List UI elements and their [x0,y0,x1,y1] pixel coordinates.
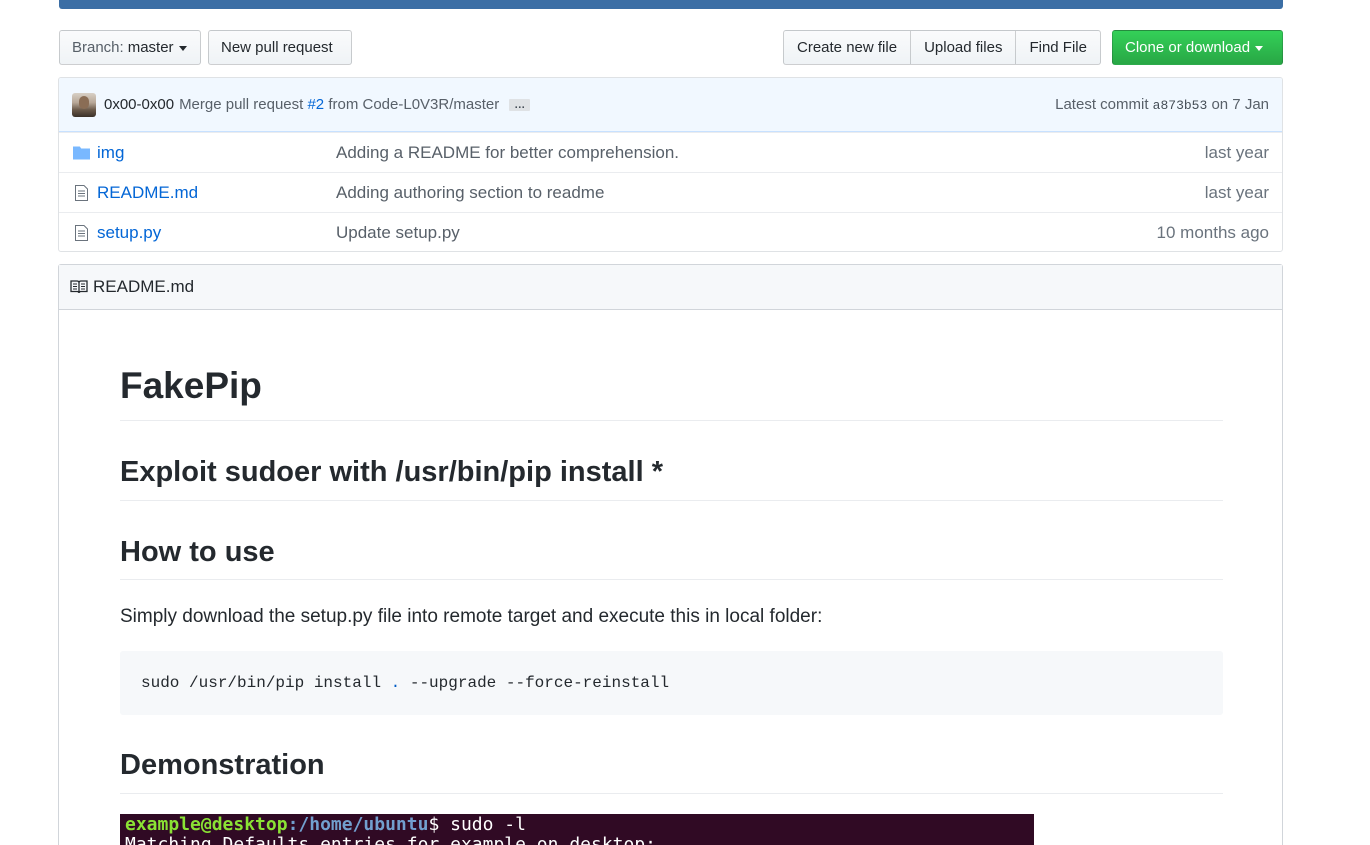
file-name-link[interactable]: setup.py [97,223,336,243]
file-icon [72,224,90,241]
terminal-line: example@desktop:/home/ubuntu$ sudo -l [125,813,1029,835]
terminal-output: Matching Defaults entries for example on… [125,833,657,845]
commit-message-suffix[interactable]: from Code-L0V3R/master [328,96,499,113]
readme-title: FakePip [120,364,1223,422]
readme-panel: README.md FakePip Exploit sudoer with /u… [58,264,1283,845]
commit-sha-link[interactable]: a873b53 [1153,98,1208,113]
file-row: README.md Adding authoring section to re… [59,172,1282,212]
file-commit-message[interactable]: Update setup.py [336,223,1157,243]
folder-icon [72,146,90,160]
clone-or-download-button[interactable]: Clone or download [1112,30,1283,65]
commit-author-link[interactable]: 0x00-0x00 [104,96,174,113]
latest-commit-bar: 0x00-0x00 Merge pull request #2 from Cod… [59,78,1282,132]
avatar[interactable] [72,92,96,117]
file-name-link[interactable]: img [97,143,336,163]
new-pull-request-button[interactable]: New pull request [208,30,352,65]
file-name-link[interactable]: README.md [97,183,336,203]
file-commit-message[interactable]: Adding authoring section to readme [336,183,1205,203]
file-list: 0x00-0x00 Merge pull request #2 from Cod… [58,77,1283,252]
demo-terminal-image: example@desktop:/home/ubuntu$ sudo -l Ma… [120,813,1034,845]
book-icon [70,280,88,294]
branch-name-label: master [127,39,174,56]
terminal-path: :/home/ubuntu [287,813,429,835]
file-age: last year [1204,142,1269,162]
code-text: sudo /usr/bin/pip install [141,674,391,693]
file-row: setup.py Update setup.py 10 months ago [59,212,1282,251]
branch-select-button[interactable]: Branch: master [59,30,201,65]
caret-down-icon [178,45,187,51]
commit-date: on 7 Jan [1211,96,1269,113]
clone-or-download-label: Clone or download [1125,39,1251,56]
readme-header: README.md [59,265,1282,310]
file-row: img Adding a README for better comprehen… [59,132,1282,172]
commit-message: Merge pull request #2 from Code-L0V3R/ma… [179,96,499,113]
how-to-use-text: Simply download the setup.py file into r… [120,605,823,627]
latest-commit-info: Latest commit a873b53 on 7 Jan [1055,96,1269,113]
branch-prefix-label: Branch: [72,39,124,56]
find-file-button[interactable]: Find File [1015,30,1101,65]
caret-down-icon [1255,45,1264,51]
file-actions-group: Create new file Upload files Find File [783,30,1101,65]
create-new-file-button[interactable]: Create new file [783,30,912,65]
section-heading-how-to-use: How to use [120,534,1223,580]
terminal-command: $ sudo -l [428,813,526,835]
readme-filename: README.md [93,277,195,296]
section-heading-demonstration: Demonstration [120,747,1223,794]
terminal-user: example@desktop [125,813,288,835]
upload-files-button[interactable]: Upload files [910,30,1017,65]
pull-request-link[interactable]: #2 [307,96,324,113]
latest-commit-label: Latest commit [1055,96,1149,113]
readme-content: FakePip Exploit sudoer with /usr/bin/pip… [120,310,1223,845]
code-text-rest: --upgrade --force-reinstall [400,674,670,693]
readme-subtitle: Exploit sudoer with /usr/bin/pip install… [120,454,1223,501]
code-block: sudo /usr/bin/pip install . --upgrade --… [120,651,1223,716]
file-icon [72,184,90,201]
file-age: last year [1204,182,1269,202]
repo-top-bar [59,0,1283,9]
commit-message-prefix[interactable]: Merge pull request [179,96,303,113]
code-dot: . [390,674,401,693]
file-age: 10 months ago [1156,222,1269,242]
expand-commit-message-button[interactable]: … [509,98,531,111]
file-commit-message[interactable]: Adding a README for better comprehension… [336,143,1205,163]
